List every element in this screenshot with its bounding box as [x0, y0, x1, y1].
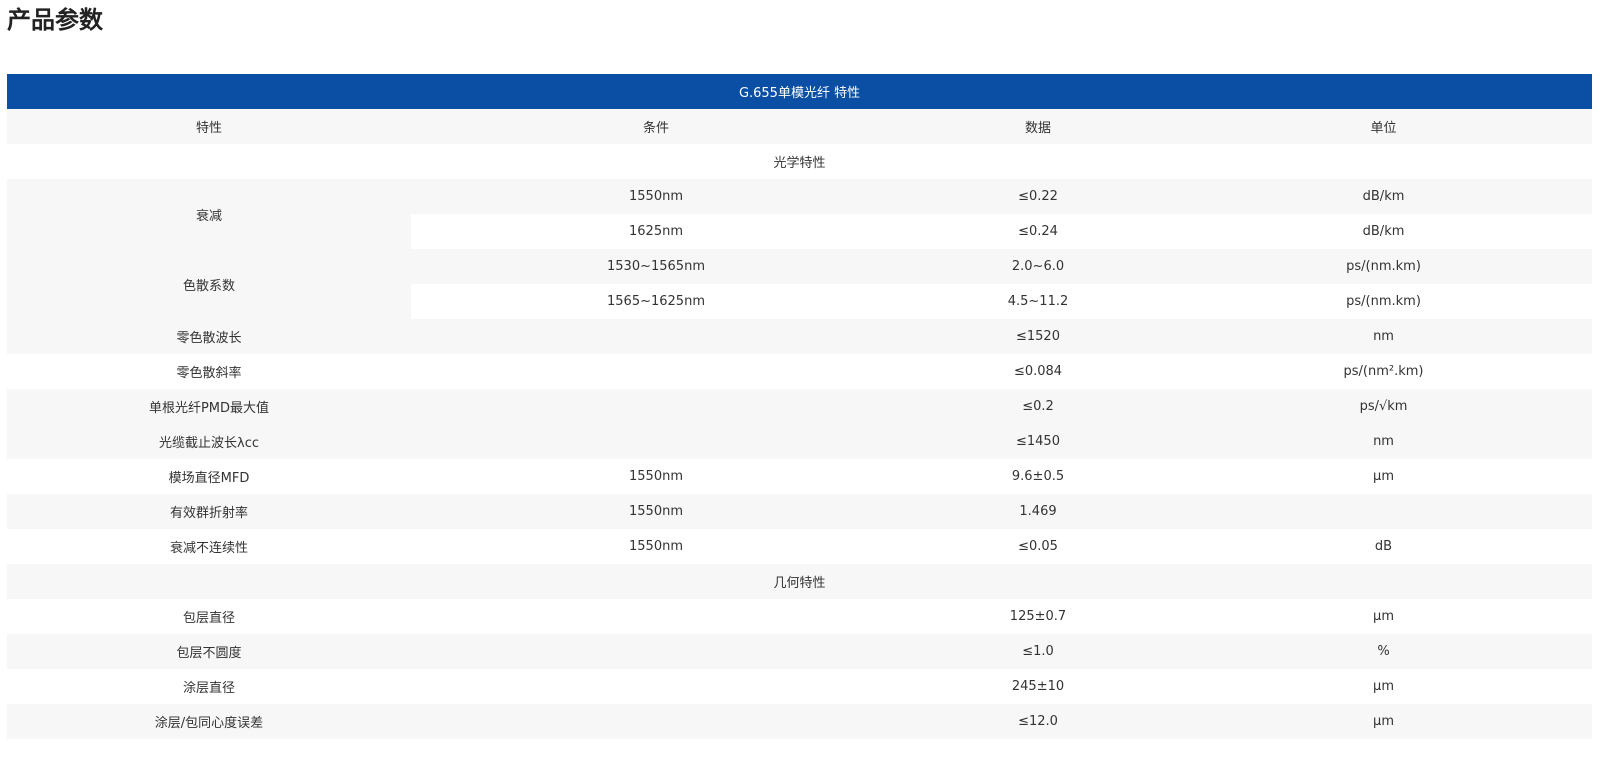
row-value: ≤1.0 [901, 634, 1175, 669]
row-condition: 1530~1565nm [411, 249, 901, 284]
row-unit: nm [1175, 319, 1593, 354]
row-name: 涂层直径 [7, 669, 411, 704]
table-row: 模场直径MFD 1550nm 9.6±0.5 μm [7, 459, 1593, 494]
row-value: ≤1450 [901, 424, 1175, 459]
row-name: 模场直径MFD [7, 459, 411, 494]
row-condition: 1550nm [411, 179, 901, 214]
table-row: 零色散波长 ≤1520 nm [7, 319, 1593, 354]
page-title: 产品参数 [7, 6, 103, 34]
row-value: 4.5~11.2 [901, 284, 1175, 319]
row-unit: ps/(nm.km) [1175, 249, 1593, 284]
row-unit: nm [1175, 424, 1593, 459]
row-condition [411, 704, 901, 739]
row-condition: 1625nm [411, 214, 901, 249]
table-row: 衰减不连续性 1550nm ≤0.05 dB [7, 529, 1593, 564]
row-name: 包层直径 [7, 599, 411, 634]
row-value: 125±0.7 [901, 599, 1175, 634]
row-value: 1.469 [901, 494, 1175, 529]
row-value: ≤0.2 [901, 389, 1175, 424]
row-condition [411, 669, 901, 704]
header-unit: 单位 [1175, 109, 1593, 144]
row-condition [411, 599, 901, 634]
row-unit: dB/km [1175, 179, 1593, 214]
row-name: 涂层/包同心度误差 [7, 704, 411, 739]
fiber-spec-table: G.655单模光纤 特性 特性 条件 数据 单位 光学特性 衰减 1550nm … [7, 74, 1593, 739]
section-row-geometric: 几何特性 [7, 564, 1593, 599]
row-unit: μm [1175, 704, 1593, 739]
row-condition [411, 389, 901, 424]
row-condition [411, 424, 901, 459]
row-name: 包层不圆度 [7, 634, 411, 669]
section-title-optical: 光学特性 [7, 144, 1593, 179]
section-row-optical: 光学特性 [7, 144, 1593, 179]
table-row: 涂层/包同心度误差 ≤12.0 μm [7, 704, 1593, 739]
header-condition: 条件 [411, 109, 901, 144]
row-unit: μm [1175, 599, 1593, 634]
table-row: 衰减 1550nm ≤0.22 dB/km [7, 179, 1593, 249]
row-unit: μm [1175, 669, 1593, 704]
row-name: 衰减 [7, 179, 411, 249]
table-row: 单根光纤PMD最大值 ≤0.2 ps/√km [7, 389, 1593, 424]
row-name: 衰减不连续性 [7, 529, 411, 564]
row-value: ≤0.084 [901, 354, 1175, 389]
table-row: 光缆截止波长λcc ≤1450 nm [7, 424, 1593, 459]
section-title-geometric: 几何特性 [7, 564, 1593, 599]
row-value: ≤1520 [901, 319, 1175, 354]
row-unit: dB/km [1175, 214, 1593, 249]
table-header-row: 特性 条件 数据 单位 [7, 109, 1593, 144]
table-title-row: G.655单模光纤 特性 [7, 74, 1593, 109]
table-row: 包层不圆度 ≤1.0 % [7, 634, 1593, 669]
table-row: 涂层直径 245±10 μm [7, 669, 1593, 704]
table-row: 包层直径 125±0.7 μm [7, 599, 1593, 634]
row-name: 色散系数 [7, 249, 411, 319]
row-unit: dB [1175, 529, 1593, 564]
row-value: 9.6±0.5 [901, 459, 1175, 494]
row-unit: μm [1175, 459, 1593, 494]
row-value: ≤0.24 [901, 214, 1175, 249]
row-value: 2.0~6.0 [901, 249, 1175, 284]
row-value: 245±10 [901, 669, 1175, 704]
row-unit: % [1175, 634, 1593, 669]
header-characteristic: 特性 [7, 109, 411, 144]
row-condition [411, 354, 901, 389]
row-name: 单根光纤PMD最大值 [7, 389, 411, 424]
table-row: 零色散斜率 ≤0.084 ps/(nm².km) [7, 354, 1593, 389]
row-condition [411, 634, 901, 669]
table-row: 色散系数 1530~1565nm 2.0~6.0 ps/(nm.km) [7, 249, 1593, 319]
header-value: 数据 [901, 109, 1175, 144]
row-name: 零色散斜率 [7, 354, 411, 389]
row-unit: ps/(nm.km) [1175, 284, 1593, 319]
table-row: 有效群折射率 1550nm 1.469 [7, 494, 1593, 529]
row-value: ≤0.05 [901, 529, 1175, 564]
row-unit: ps/(nm².km) [1175, 354, 1593, 389]
row-condition: 1565~1625nm [411, 284, 901, 319]
row-unit: ps/√km [1175, 389, 1593, 424]
row-value: ≤0.22 [901, 179, 1175, 214]
table-title: G.655单模光纤 特性 [7, 74, 1593, 109]
row-condition [411, 319, 901, 354]
row-name: 光缆截止波长λcc [7, 424, 411, 459]
row-condition: 1550nm [411, 459, 901, 494]
row-value: ≤12.0 [901, 704, 1175, 739]
row-condition: 1550nm [411, 529, 901, 564]
row-unit [1175, 494, 1593, 529]
row-name: 零色散波长 [7, 319, 411, 354]
row-name: 有效群折射率 [7, 494, 411, 529]
row-condition: 1550nm [411, 494, 901, 529]
